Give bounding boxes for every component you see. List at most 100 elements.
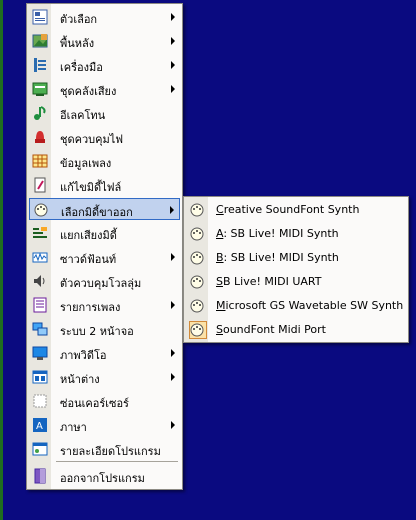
menu-item-label: ตัวเลือก bbox=[60, 13, 98, 26]
midi-port-icon bbox=[189, 274, 205, 290]
submenu-arrow-icon bbox=[170, 206, 174, 214]
menu-item-light-control[interactable]: ชุดควบคุมไฟ bbox=[29, 126, 180, 148]
music-note-icon bbox=[32, 105, 48, 121]
midi-out-item-soundfont-midi-port[interactable]: SoundFont Midi Port bbox=[186, 319, 406, 341]
volume-icon bbox=[32, 273, 48, 289]
midi-out-item-microsoft-gs-wavetable-sw-synth[interactable]: Microsoft GS Wavetable SW Synth bbox=[186, 295, 406, 317]
hide-cursor-icon bbox=[32, 393, 48, 409]
split-midi-icon bbox=[32, 225, 48, 241]
window-icon bbox=[32, 369, 48, 385]
desktop-left-border bbox=[0, 0, 3, 520]
menu-item-label: เครื่องมือ bbox=[60, 61, 103, 74]
menu-item-split-midi[interactable]: แยกเสียงมิดี้ bbox=[29, 222, 180, 244]
menu-item-sound-bank[interactable]: ชุดคลังเสียง bbox=[29, 78, 180, 100]
submenu-arrow-icon bbox=[171, 61, 175, 69]
context-menu: ตัวเลือกพื้นหลังเครื่องมือชุดคลังเสียงอี… bbox=[26, 3, 183, 490]
label-rest: : SB Live! MIDI Synth bbox=[223, 227, 339, 240]
menu-item-label: ชุดควบคุมไฟ bbox=[60, 133, 124, 146]
song-data-icon bbox=[32, 153, 48, 169]
menu-item-hide-cursor[interactable]: ซ่อนเคอร์เซอร์ bbox=[29, 390, 180, 412]
menu-item-about[interactable]: รายละเอียดโปรแกรม bbox=[29, 438, 180, 460]
menu-item-soundfont[interactable]: ซาวด์ฟ้อนท์ bbox=[29, 246, 180, 268]
midi-out-icon bbox=[33, 202, 49, 218]
background-icon bbox=[32, 33, 48, 49]
midi-port-icon bbox=[189, 250, 205, 266]
menu-item-label: ซ่อนเคอร์เซอร์ bbox=[60, 397, 129, 410]
midi-out-item-a-sb-live-midi-synth[interactable]: A: SB Live! MIDI Synth bbox=[186, 223, 406, 245]
soundfont-icon bbox=[32, 249, 48, 265]
midi-port-icon bbox=[189, 202, 205, 218]
mnemonic-letter: B bbox=[216, 251, 224, 264]
menu-item-music-note[interactable]: อีเลคโทน bbox=[29, 102, 180, 124]
midi-out-submenu: Creative SoundFont Synth A: SB Live! MIDI… bbox=[183, 196, 409, 343]
menu-item-label: ข้อมูลเพลง bbox=[60, 157, 112, 170]
mnemonic-letter: C bbox=[216, 203, 224, 216]
label-rest: B Live! MIDI UART bbox=[222, 275, 322, 288]
menu-item-volume[interactable]: ตัวควบคุมโวลลุ่ม bbox=[29, 270, 180, 292]
menu-item-label: หน้าต่าง bbox=[60, 373, 100, 386]
edit-midi-icon bbox=[32, 177, 48, 193]
menu-item-label: ออกจากโปรแกรม bbox=[60, 472, 145, 485]
menu-item-label: รายละเอียดโปรแกรม bbox=[60, 445, 161, 458]
menu-item-label: ตัวควบคุมโวลลุ่ม bbox=[60, 277, 142, 290]
menu-item-label: ซาวด์ฟ้อนท์ bbox=[60, 253, 117, 266]
dual-screen-icon bbox=[32, 321, 48, 337]
label-rest: : SB Live! MIDI Synth bbox=[223, 251, 339, 264]
submenu-arrow-icon bbox=[171, 37, 175, 45]
menu-item-label: แยกเสียงมิดี้ bbox=[60, 229, 117, 242]
light-control-icon bbox=[32, 129, 48, 145]
menu-item-video[interactable]: ภาพวิดีโอ bbox=[29, 342, 180, 364]
menu-item-tools[interactable]: เครื่องมือ bbox=[29, 54, 180, 76]
menu-item-edit-midi[interactable]: แก้ไขมิดี้ไฟล์ bbox=[29, 174, 180, 196]
menu-item-label: พื้นหลัง bbox=[60, 37, 95, 50]
menu-item-background[interactable]: พื้นหลัง bbox=[29, 30, 180, 52]
midi-out-item-label: SoundFont Midi Port bbox=[216, 323, 326, 336]
menu-item-window[interactable]: หน้าต่าง bbox=[29, 366, 180, 388]
menu-item-label: ระบบ 2 หน้าจอ bbox=[60, 325, 134, 338]
label-rest: reative SoundFont Synth bbox=[223, 203, 360, 216]
exit-icon bbox=[32, 468, 48, 484]
menu-item-options[interactable]: ตัวเลือก bbox=[29, 6, 180, 28]
menu-item-label: แก้ไขมิดี้ไฟล์ bbox=[60, 181, 122, 194]
mnemonic-letter: S bbox=[216, 323, 223, 336]
menu-item-label: ภาพวิดีโอ bbox=[60, 349, 107, 362]
menu-item-label: รายการเพลง bbox=[60, 301, 121, 314]
playlist-icon bbox=[32, 297, 48, 313]
language-icon: A bbox=[32, 417, 48, 433]
menu-item-song-data[interactable]: ข้อมูลเพลง bbox=[29, 150, 180, 172]
submenu-arrow-icon bbox=[171, 85, 175, 93]
options-icon bbox=[32, 9, 48, 25]
submenu-arrow-icon bbox=[171, 349, 175, 357]
menu-item-label: อีเลคโทน bbox=[60, 109, 106, 122]
submenu-arrow-icon bbox=[171, 421, 175, 429]
midi-port-icon bbox=[189, 322, 205, 338]
submenu-arrow-icon bbox=[171, 301, 175, 309]
midi-port-icon bbox=[189, 226, 205, 242]
submenu-arrow-icon bbox=[171, 373, 175, 381]
mnemonic-letter: S bbox=[216, 275, 223, 288]
midi-out-item-sb-live-midi-uart[interactable]: SB Live! MIDI UART bbox=[186, 271, 406, 293]
menu-separator bbox=[56, 461, 178, 462]
midi-out-item-creative-soundfont-synth[interactable]: Creative SoundFont Synth bbox=[186, 199, 406, 221]
menu-item-language[interactable]: A ภาษา bbox=[29, 414, 180, 436]
midi-out-item-label: B: SB Live! MIDI Synth bbox=[216, 251, 339, 264]
menu-item-dual-screen[interactable]: ระบบ 2 หน้าจอ bbox=[29, 318, 180, 340]
midi-out-item-label: Microsoft GS Wavetable SW Synth bbox=[216, 299, 403, 312]
label-rest: oundFont Midi Port bbox=[222, 323, 326, 336]
menu-item-label: เลือกมิดี้ขาออก bbox=[61, 206, 133, 219]
midi-port-icon bbox=[189, 298, 205, 314]
menu-item-label: ภาษา bbox=[60, 421, 87, 434]
mnemonic-letter: M bbox=[216, 299, 226, 312]
submenu-arrow-icon bbox=[171, 253, 175, 261]
midi-out-item-label: SB Live! MIDI UART bbox=[216, 275, 321, 288]
menu-item-exit[interactable]: ออกจากโปรแกรม bbox=[29, 465, 180, 487]
sound-bank-icon bbox=[32, 81, 48, 97]
submenu-arrow-icon bbox=[171, 13, 175, 21]
midi-out-item-b-sb-live-midi-synth[interactable]: B: SB Live! MIDI Synth bbox=[186, 247, 406, 269]
about-icon bbox=[32, 441, 48, 457]
menu-item-playlist[interactable]: รายการเพลง bbox=[29, 294, 180, 316]
label-rest: icrosoft GS Wavetable SW Synth bbox=[225, 299, 404, 312]
menu-item-midi-out[interactable]: เลือกมิดี้ขาออก bbox=[29, 198, 180, 220]
menu-item-label: ชุดคลังเสียง bbox=[60, 85, 117, 98]
midi-out-item-label: Creative SoundFont Synth bbox=[216, 203, 359, 216]
